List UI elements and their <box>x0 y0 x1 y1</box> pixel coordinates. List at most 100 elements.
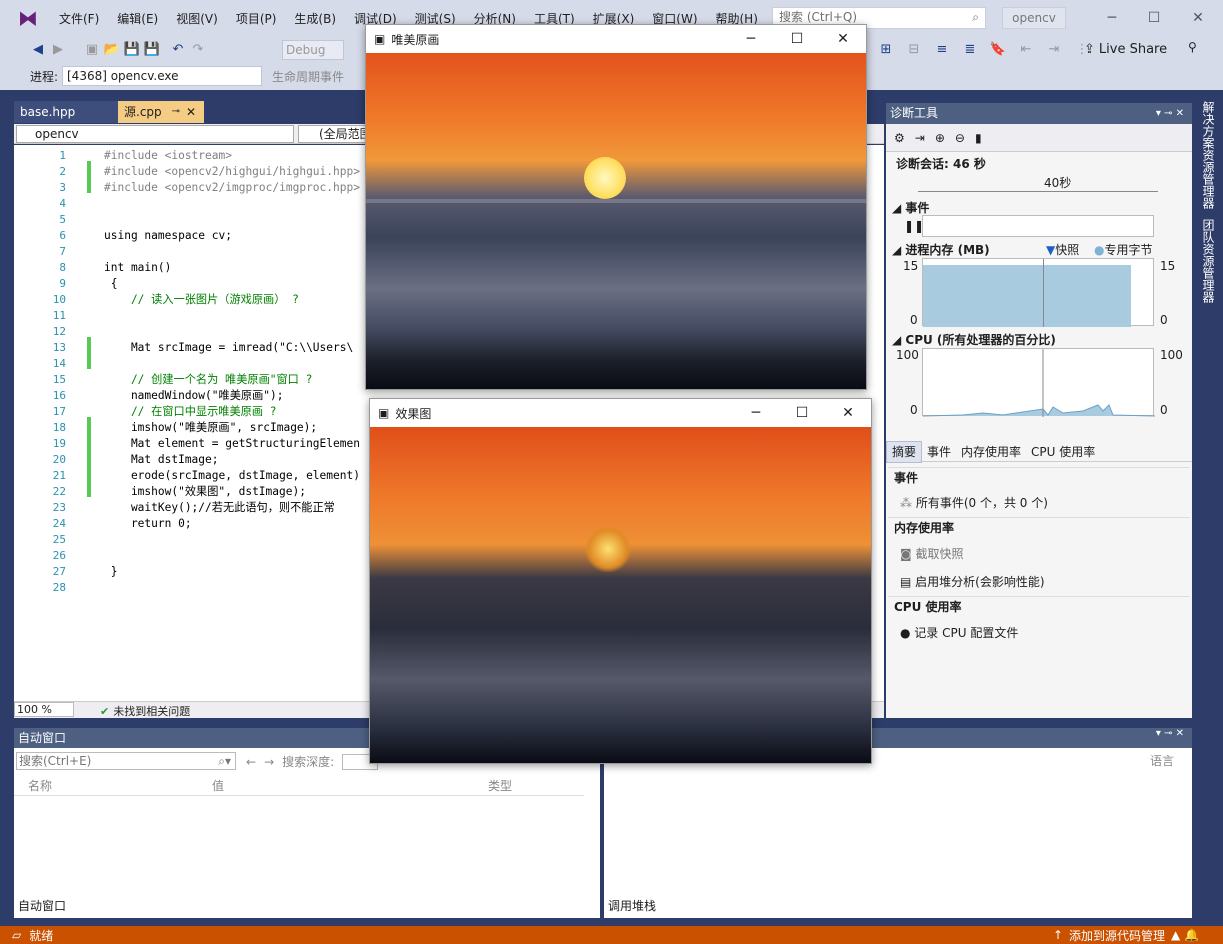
export-icon[interactable]: ⇥ <box>915 131 925 145</box>
tab-memory-usage[interactable]: 内存使用率 <box>956 442 1026 462</box>
close-tab-icon[interactable]: ✕ <box>186 101 196 123</box>
tab-base-hpp[interactable]: base.hpp <box>14 101 118 123</box>
solution-explorer-tab[interactable]: 解决方案资源管理器 <box>1200 101 1217 209</box>
tab-watch-1[interactable]: 监视 1 <box>126 896 169 916</box>
code-line[interactable]: } <box>104 564 118 580</box>
lifecycle-events-button[interactable]: 生命周期事件 <box>272 68 344 85</box>
maximize-icon[interactable]: ☐ <box>779 405 825 421</box>
column-language[interactable]: 语言 <box>1150 752 1174 769</box>
code-line[interactable]: waitKey();//若无此语句，则不能正常 <box>104 500 335 516</box>
code-line[interactable]: imshow("唯美原画", srcImage); <box>104 420 317 436</box>
heap-profiling-item[interactable]: ▤ 启用堆分析(会影响性能) <box>900 573 1045 590</box>
zoom-combo[interactable]: 100 % <box>14 702 74 717</box>
menu-edit[interactable]: 编辑(E) <box>108 10 167 27</box>
arrow-left-icon[interactable]: ← <box>246 755 256 769</box>
code-line[interactable]: Mat dstImage; <box>104 452 219 468</box>
code-line[interactable]: { <box>104 276 118 292</box>
maximize-icon[interactable]: ☐ <box>774 31 820 47</box>
uncomment-icon[interactable]: ≣ <box>960 40 980 60</box>
minimize-button[interactable]: ─ <box>1098 6 1126 30</box>
code-line[interactable]: return 0; <box>104 516 192 532</box>
take-snapshot-button[interactable]: ◙ 截取快照 <box>900 545 963 562</box>
column-type[interactable]: 类型 <box>488 777 512 794</box>
opencv-window-effect[interactable]: ▣ 效果图 ─ ☐ ✕ <box>369 398 872 764</box>
minimize-icon[interactable]: ─ <box>733 405 779 421</box>
zoom-in-icon[interactable]: ⊕ <box>935 131 945 145</box>
configuration-combo[interactable]: Debug <box>282 40 344 60</box>
team-explorer-tab[interactable]: 团队资源管理器 <box>1200 219 1217 303</box>
all-events-item[interactable]: ⁂ 所有事件(0 个，共 0 个) <box>900 494 1048 511</box>
code-line[interactable]: namedWindow("唯美原画"); <box>104 388 284 404</box>
code-line[interactable]: #include <opencv2/highgui/highgui.hpp> <box>104 164 360 180</box>
close-icon[interactable]: ✕ <box>825 405 871 421</box>
code-line[interactable]: #include <iostream> <box>104 148 232 164</box>
code-line[interactable]: Mat srcImage = imread("C:\\Users\ <box>104 340 353 356</box>
thread-icon[interactable]: ⊞ <box>876 40 896 60</box>
code-line[interactable]: // 在窗口中显示唯美原画 ? <box>104 404 277 420</box>
tab-cpu-usage[interactable]: CPU 使用率 <box>1026 442 1100 462</box>
record-cpu-button[interactable]: ● 记录 CPU 配置文件 <box>900 624 1018 641</box>
menu-project[interactable]: 项目(P) <box>227 10 286 27</box>
chart-icon[interactable]: ▮ <box>975 131 982 145</box>
tab-locals[interactable]: 局部变量 <box>70 896 126 916</box>
column-value[interactable]: 值 <box>212 777 488 794</box>
code-line[interactable]: // 创建一个名为 唯美原画"窗口 ? <box>104 372 312 388</box>
panel-menu-icon[interactable]: ▾ ⊸ ✕ <box>1156 103 1184 124</box>
timeline-ruler[interactable]: 40秒 <box>918 174 1158 192</box>
close-icon[interactable]: ✕ <box>820 31 866 47</box>
pin-icon[interactable]: ⊸ <box>172 101 180 123</box>
zoom-out-icon[interactable]: ⊖ <box>955 131 965 145</box>
tab-source-cpp[interactable]: 源.cpp ⊸ ✕ <box>118 101 204 123</box>
code-line[interactable]: Mat element = getStructuringElemen <box>104 436 360 452</box>
close-button[interactable]: ✕ <box>1184 6 1212 30</box>
comment-icon[interactable]: ≡ <box>932 40 952 60</box>
menu-file[interactable]: 文件(F) <box>50 10 108 27</box>
open-file-icon[interactable]: 📂 <box>102 40 122 60</box>
bell-icon[interactable]: ▲ 🔔 <box>1171 928 1199 942</box>
minimize-icon[interactable]: ─ <box>728 31 774 47</box>
menu-view[interactable]: 视图(V) <box>167 10 227 27</box>
code-line[interactable]: imshow("效果图", dstImage); <box>104 484 306 500</box>
code-line[interactable]: int main() <box>104 260 171 276</box>
bookmark-icon[interactable]: 🔖 <box>988 40 1008 60</box>
opencv-window-title-bar[interactable]: ▣ 唯美原画 ─ ☐ ✕ <box>366 25 866 53</box>
undo-icon[interactable]: ↶ <box>168 40 188 60</box>
prev-bookmark-icon[interactable]: ⇤ <box>1016 40 1036 60</box>
panel-menu-icon[interactable]: ▾ ⊸ ✕ <box>1156 728 1184 739</box>
code-line[interactable]: erode(srcImage, dstImage, element) <box>104 468 360 484</box>
code-line[interactable]: // 读入一张图片（游戏原画） ? <box>104 292 299 308</box>
new-project-icon[interactable]: ▣ <box>82 40 102 60</box>
tab-autos[interactable]: 自动窗口 <box>14 896 71 916</box>
project-combo[interactable]: opencv <box>16 125 294 143</box>
opencv-window-original[interactable]: ▣ 唯美原画 ─ ☐ ✕ <box>365 24 867 390</box>
process-combo[interactable]: [4368] opencv.exe <box>62 66 262 86</box>
live-share-button[interactable]: ⇪ Live Share <box>1084 42 1167 57</box>
tab-output[interactable]: 输出 <box>860 896 892 916</box>
save-all-icon[interactable]: 💾 <box>142 40 162 60</box>
tab-summary[interactable]: 摘要 <box>886 440 923 463</box>
code-line[interactable]: using namespace cv; <box>104 228 232 244</box>
tab-immediate-window[interactable]: 即时窗口 <box>804 896 860 916</box>
autos-search-input[interactable]: 搜索(Ctrl+E) ⌕▾ <box>16 752 236 770</box>
redo-icon[interactable]: ↷ <box>188 40 208 60</box>
tab-events[interactable]: 事件 <box>922 442 956 462</box>
stack-frame-icon[interactable]: ⊟ <box>904 40 924 60</box>
arrow-right-icon[interactable]: → <box>264 755 274 769</box>
tab-call-stack[interactable]: 调用堆栈 <box>604 896 661 916</box>
column-name[interactable]: 名称 <box>14 777 212 794</box>
tab-command-window[interactable]: 命令窗口 <box>748 896 804 916</box>
source-control-button[interactable]: 添加到源代码管理 <box>1069 927 1165 944</box>
code-line[interactable]: #include <opencv2/imgproc/imgproc.hpp> <box>104 180 360 196</box>
tab-breakpoints[interactable]: 断点 <box>660 896 692 916</box>
settings-icon[interactable]: ⚙ <box>894 131 905 145</box>
maximize-button[interactable]: ☐ <box>1140 6 1168 30</box>
issues-indicator[interactable]: ✔ 未找到相关问题 <box>100 703 190 719</box>
save-icon[interactable]: 💾 <box>122 40 142 60</box>
feedback-icon[interactable]: ⚲ <box>1188 40 1197 54</box>
opencv-window-title-bar[interactable]: ▣ 效果图 ─ ☐ ✕ <box>370 399 871 427</box>
next-bookmark-icon[interactable]: ⇥ <box>1044 40 1064 60</box>
back-icon[interactable]: ◀ <box>28 40 48 60</box>
forward-icon[interactable]: ▶ <box>48 40 68 60</box>
tab-exception-settings[interactable]: 异常设置 <box>692 896 748 916</box>
menu-build[interactable]: 生成(B) <box>285 10 345 27</box>
